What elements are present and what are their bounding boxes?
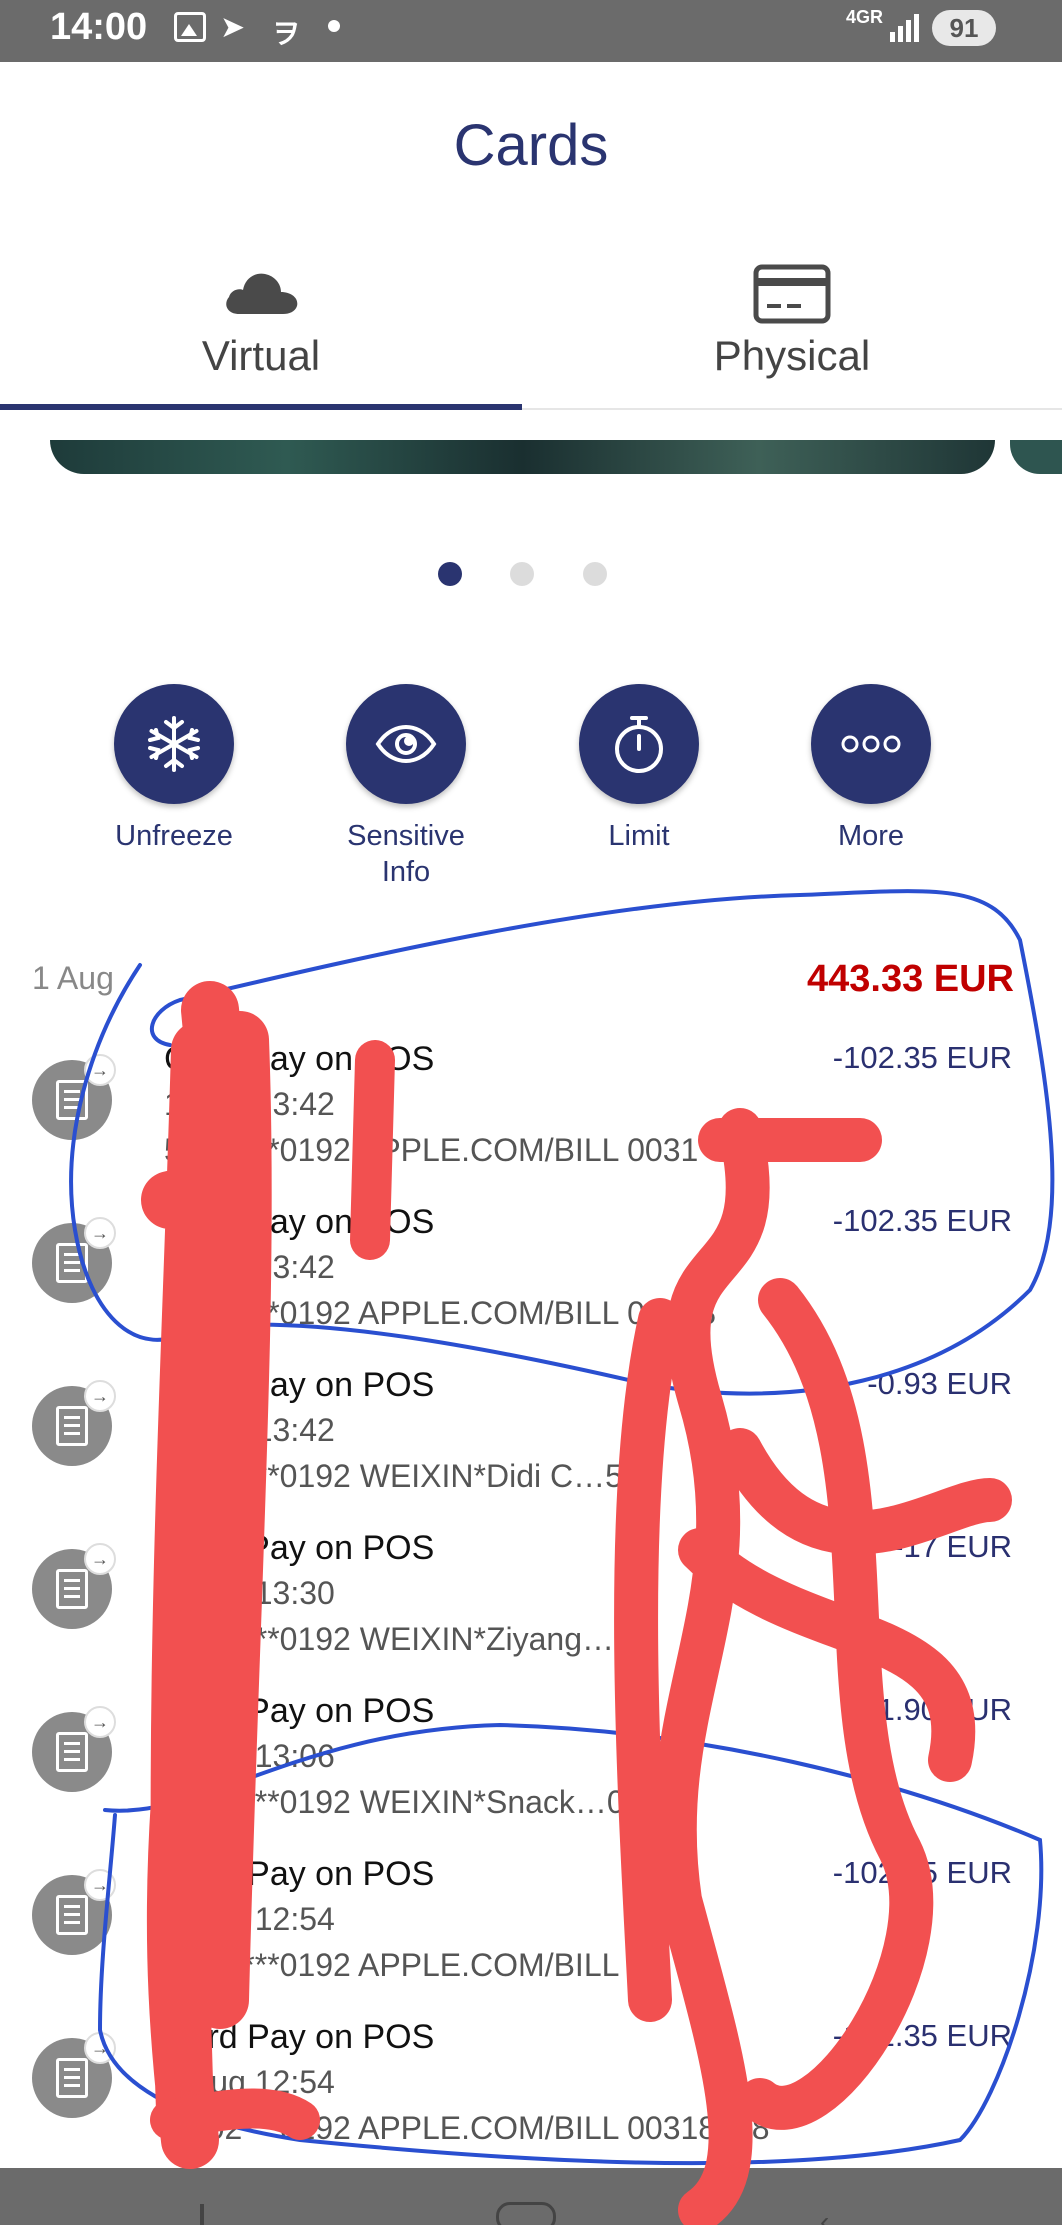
receipt-icon: → xyxy=(32,1217,116,1303)
tab-physical[interactable]: Physical xyxy=(531,250,1053,410)
limit-button[interactable] xyxy=(579,684,699,804)
tab-physical-label: Physical xyxy=(713,332,871,379)
pager-dot-2[interactable] xyxy=(510,562,534,586)
page-title: Cards xyxy=(453,113,609,178)
transaction-amount: -102.35 EUR xyxy=(832,1040,1012,1075)
transaction-amount: -0.93 EUR xyxy=(867,1366,1012,1401)
transaction-amount: -102.35 EUR xyxy=(832,1203,1012,1238)
unfreeze-action[interactable]: Unfreeze xyxy=(74,684,274,854)
more-label: More xyxy=(837,820,905,852)
sensitive-info-label: Sensitive Info xyxy=(347,820,465,888)
eye-icon xyxy=(375,724,437,764)
status-time: 14:00 xyxy=(50,6,148,48)
transaction-description: 5**02***0192 WEIXIN*Didi C…55 xyxy=(164,1458,641,1494)
more-notifications-dot-icon xyxy=(328,20,340,32)
roaming-indicator: R xyxy=(870,7,884,27)
transaction-row[interactable]: → Card Pay on POS 1 Aug 12:54 5**02***0192 … xyxy=(0,1845,1062,2008)
limit-label: Limit xyxy=(608,820,670,852)
next-card-peek[interactable] xyxy=(1010,440,1062,474)
tab-virtual[interactable]: Virtual xyxy=(0,250,522,410)
transfer-arrow-icon: → xyxy=(84,1543,116,1575)
transaction-time: 1 Aug 13:42 xyxy=(164,1412,335,1448)
transaction-time: 1 Aug 13:42 xyxy=(164,1086,335,1122)
card-pager xyxy=(0,562,1062,588)
battery-level: 91 xyxy=(932,10,996,46)
transaction-time: 1 Aug 13:06 xyxy=(164,1738,335,1774)
transaction-description: 5**02***0192 APPLE.COM/BILL 00 xyxy=(164,1947,663,1983)
transaction-row[interactable]: → Card Pay on POS 1 Aug 13:06 5**02***0192 … xyxy=(0,1682,1062,1845)
transaction-time: 1 Aug 12:54 xyxy=(164,2064,335,2100)
signal-icon xyxy=(890,14,919,42)
snowflake-icon xyxy=(148,716,200,772)
system-nav-bar: ‹ xyxy=(0,2168,1062,2225)
transfer-arrow-icon: → xyxy=(84,1869,116,1901)
transfer-arrow-icon: → xyxy=(84,1380,116,1412)
more-action[interactable]: More xyxy=(771,684,971,854)
recent-apps-icon[interactable] xyxy=(200,2204,204,2225)
more-button[interactable] xyxy=(811,684,931,804)
transaction-title: Card Pay on POS xyxy=(164,1529,435,1567)
unfreeze-button[interactable] xyxy=(114,684,234,804)
transaction-time: 1 Aug 12:54 xyxy=(164,1901,335,1937)
transaction-title: Card Pay on POS xyxy=(164,1040,435,1078)
receipt-icon: → xyxy=(32,1706,116,1792)
transaction-time: 1 Aug 13:42 xyxy=(164,1249,335,1285)
gallery-notification-icon xyxy=(174,12,206,42)
transaction-amount: -102.35 EUR xyxy=(832,2018,1012,2053)
pager-dot-1[interactable] xyxy=(438,562,462,586)
transaction-title: Card Pay on POS xyxy=(164,1855,435,1893)
transaction-amount: -1.90 EUR xyxy=(867,1692,1012,1727)
pager-dot-3[interactable] xyxy=(583,562,607,586)
back-icon[interactable]: ‹ xyxy=(820,2206,829,2225)
transaction-title: Card Pay on POS xyxy=(164,1203,435,1241)
more-icon xyxy=(841,735,901,753)
status-bar: 14:00 ➤ ヲ 4GR 91 xyxy=(0,0,1062,62)
card-icon xyxy=(753,264,831,324)
active-tab-indicator xyxy=(0,404,522,410)
transaction-description: 5**02***0192 APPLE.COM/BILL 00318 xyxy=(164,1295,717,1331)
transaction-description: 5**02***0192 WEIXIN*Ziyang… xyxy=(164,1621,615,1657)
transaction-row[interactable]: → Card Pay on POS 1 Aug 13:42 5**02***0192 … xyxy=(0,1356,1062,1519)
transaction-title: Card Pay on POS xyxy=(164,2018,435,2056)
tab-virtual-label: Virtual xyxy=(201,332,321,379)
cloud-icon xyxy=(226,273,298,314)
home-icon[interactable] xyxy=(496,2202,556,2225)
receipt-icon: → xyxy=(32,1543,116,1629)
transfer-arrow-icon: → xyxy=(84,1706,116,1738)
transaction-row[interactable]: → Card Pay on POS 1 Aug 13:42 5**02***0192 … xyxy=(0,1030,1062,1193)
sensitive-info-action[interactable]: Sensitive Info xyxy=(306,684,506,890)
transaction-description: 5**02***0192 APPLE.COM/BILL 00318458 xyxy=(164,2110,770,2146)
sensitive-info-button[interactable] xyxy=(346,684,466,804)
card-type-tabs: Virtual Physical xyxy=(0,250,1062,410)
transaction-row[interactable]: → Card Pay on POS 1 Aug 13:42 5**02***0192 … xyxy=(0,1193,1062,1356)
receipt-icon: → xyxy=(32,2032,116,2118)
receipt-icon: → xyxy=(32,1869,116,1955)
limit-action[interactable]: Limit xyxy=(539,684,739,854)
transaction-description: 5**02***0192 WEIXIN*Snack…09518 xyxy=(164,1784,696,1820)
transaction-date-header: 1 Aug 443.33 EUR xyxy=(32,958,1014,1004)
transfer-arrow-icon: → xyxy=(84,1217,116,1249)
transaction-title: Card Pay on POS xyxy=(164,1692,435,1730)
transaction-description: 5**02***0192 APPLE.COM/BILL 0031 xyxy=(164,1132,699,1168)
app-notification-icon: ヲ xyxy=(272,18,301,49)
virtual-card-image[interactable] xyxy=(50,440,995,474)
transfer-arrow-icon: → xyxy=(84,1054,116,1086)
telegram-notification-icon: ➤ xyxy=(220,11,246,44)
receipt-icon: → xyxy=(32,1054,116,1140)
receipt-icon: → xyxy=(32,1380,116,1466)
transaction-amount: -17 EUR xyxy=(893,1529,1012,1564)
transaction-row[interactable]: → Card Pay on POS 1 Aug 13:30 5**02***0192 … xyxy=(0,1519,1062,1682)
unfreeze-label: Unfreeze xyxy=(115,820,233,852)
transaction-amount: -102.35 EUR xyxy=(832,1855,1012,1890)
transaction-day-total: 443.33 EUR xyxy=(806,958,1014,1000)
transfer-arrow-icon: → xyxy=(84,2032,116,2064)
transaction-date: 1 Aug xyxy=(32,960,114,996)
network-indicator: 4GR xyxy=(846,8,883,26)
transaction-title: Card Pay on POS xyxy=(164,1366,435,1404)
transaction-time: 1 Aug 13:30 xyxy=(164,1575,335,1611)
transaction-row[interactable]: → Card Pay on POS 1 Aug 12:54 5**02***0192 … xyxy=(0,2008,1062,2171)
stopwatch-icon xyxy=(615,716,663,773)
network-type: 4G xyxy=(846,7,871,27)
